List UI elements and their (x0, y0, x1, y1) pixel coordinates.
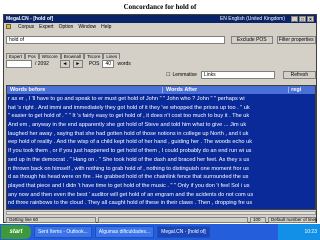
status-progress: Getting line 60 (6, 216, 96, 223)
col-words-after[interactable]: Words After (161, 87, 288, 93)
menu-help[interactable]: Help (101, 24, 111, 30)
line-count: / 2092 (35, 61, 49, 67)
app-window: Megal.CN - [hold of] EN English (United … (3, 14, 317, 223)
status-bar: Getting line 60 100 Default number of li… (6, 216, 317, 223)
tab-pos[interactable]: Pos (25, 53, 39, 59)
clock[interactable]: 10:23 (304, 229, 317, 235)
filter-properties-button[interactable]: Filter properties (276, 36, 316, 44)
tab-tscore[interactable]: Tscore (84, 53, 104, 59)
tab-lines[interactable]: Lines (103, 53, 121, 59)
status-default-lines: Default number of lines (268, 216, 317, 223)
close-button[interactable]: × (307, 16, 314, 23)
taskbar-item-megalcn[interactable]: Megal.CN - [hold of] (157, 226, 210, 238)
lemmatise-select[interactable]: Links (200, 71, 275, 79)
start-button[interactable]: start (1, 225, 31, 239)
window-title: Megal.CN - [hold of] (6, 16, 54, 22)
menu-bar: Corpus Expert Option Window Help (4, 23, 316, 30)
concordance-line[interactable]: any now and then even the best ' auditor… (7, 191, 315, 200)
concordance-header: Words before Words After regi (7, 86, 315, 94)
maximize-button[interactable]: □ (299, 16, 306, 23)
next-button[interactable]: ► (72, 60, 83, 68)
tab-strip: Expert Pos WScore Brownall Tscore Lines (6, 53, 121, 59)
line-number-field[interactable] (6, 60, 32, 68)
taskbar-item-algumas[interactable]: Algumas dificuldades... (94, 226, 155, 238)
minimize-button[interactable]: _ (291, 16, 298, 23)
menu-window[interactable]: Window (78, 24, 96, 30)
status-middle (98, 216, 248, 223)
query-input[interactable]: hold of (6, 36, 226, 44)
language-indicator[interactable]: EN English (United Kingdom) (220, 16, 285, 22)
col-region[interactable]: regi (288, 87, 315, 93)
concordance-line[interactable]: nd three rainbows to the cloud . They al… (7, 199, 315, 208)
concordance-line[interactable]: n thrown back on himself , with nothing … (7, 165, 315, 174)
prev-button[interactable]: ◄ (59, 60, 70, 68)
lines-count-field[interactable]: 100 (250, 216, 266, 223)
lemmatise-label: Lemmatise (172, 72, 197, 78)
menu-option[interactable]: Option (59, 24, 74, 30)
concordance-line[interactable]: played that piece and I didn 't have tim… (7, 182, 315, 191)
col-words-before[interactable]: Words before (7, 87, 162, 93)
pos-label: POS (88, 61, 100, 67)
concordance-line[interactable]: d as though his head were on fire . He g… (7, 173, 315, 182)
exclude-pos-button[interactable]: Exclude POS (231, 36, 273, 44)
tab-brownall[interactable]: Brownall (60, 53, 85, 59)
app-icon (6, 24, 11, 29)
concordance-line[interactable]: r as er , I 'll have to go and speak to … (7, 95, 315, 104)
tab-expert[interactable]: Expert (6, 53, 26, 59)
concordance-line[interactable]: eep hold of reality . And the wisp of a … (7, 138, 315, 147)
concordance-line[interactable]: laughed her away , saying that she had g… (7, 130, 315, 139)
title-bar: Megal.CN - [hold of] EN English (United … (4, 15, 316, 23)
menu-expert[interactable]: Expert (39, 24, 53, 30)
page-caption: Concordance for hold of (123, 3, 197, 11)
menu-corpus[interactable]: Corpus (18, 24, 34, 30)
concordance-line[interactable]: hat 's right . And immi and immediately … (7, 104, 315, 113)
refresh-button[interactable]: Refresh (282, 71, 316, 79)
horizontal-scrollbar[interactable] (6, 211, 316, 215)
system-tray: 10:23 (278, 224, 320, 240)
concordance-line[interactable]: sed up in the democrat . " Hang on . " S… (7, 156, 315, 165)
taskbar-item-outlook[interactable]: Sent Items - Outlook... (34, 226, 92, 238)
taskbar: start Sent Items - Outlook... Algumas di… (0, 224, 320, 240)
words-label: words (117, 61, 131, 67)
concordance-panel[interactable]: Words before Words After regi r as er , … (6, 85, 316, 210)
tab-wscore[interactable]: WScore (38, 53, 61, 59)
concordance-line[interactable]: And em , anyway in the end apparently sh… (7, 121, 315, 130)
concordance-line[interactable]: " easier to get hold of . " " It 's fair… (7, 112, 315, 121)
concordance-line[interactable]: If you took them , or if you just happen… (7, 147, 315, 156)
lemmatise-checkbox[interactable]: ☐ (166, 72, 170, 78)
pos-field[interactable]: 40 (102, 60, 115, 68)
